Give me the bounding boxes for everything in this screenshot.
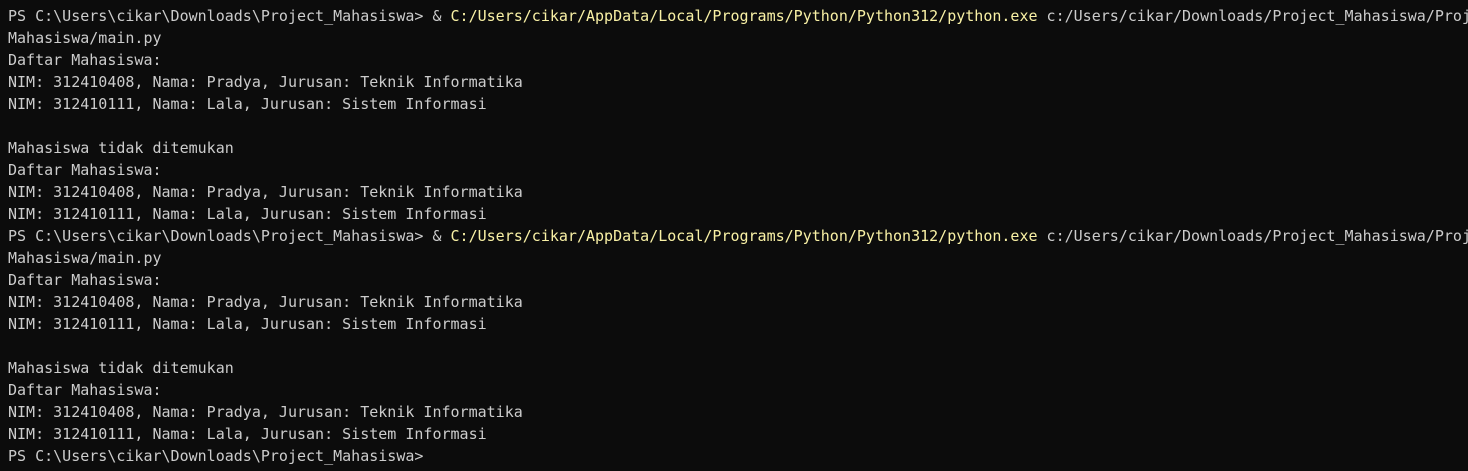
output-line: NIM: 312410111, Nama: Lala, Jurusan: Sis… <box>8 423 1468 445</box>
line-text: Daftar Mahasiswa: <box>8 161 162 179</box>
line-text: Mahasiswa tidak ditemukan <box>8 139 234 157</box>
output-line: Daftar Mahasiswa: <box>8 269 1468 291</box>
output-line: NIM: 312410408, Nama: Pradya, Jurusan: T… <box>8 291 1468 313</box>
line-text: NIM: 312410111, Nama: Lala, Jurusan: Sis… <box>8 205 487 223</box>
output-line: NIM: 312410111, Nama: Lala, Jurusan: Sis… <box>8 93 1468 115</box>
line-text: Daftar Mahasiswa: <box>8 381 162 399</box>
line-text: NIM: 312410408, Nama: Pradya, Jurusan: T… <box>8 183 523 201</box>
output-line: NIM: 312410408, Nama: Pradya, Jurusan: T… <box>8 71 1468 93</box>
output-line: Daftar Mahasiswa: <box>8 49 1468 71</box>
prompt-line: PS C:\Users\cikar\Downloads\Project_Maha… <box>8 445 1468 467</box>
terminal-output[interactable]: PS C:\Users\cikar\Downloads\Project_Maha… <box>0 0 1468 471</box>
prompt-line: PS C:\Users\cikar\Downloads\Project_Maha… <box>8 5 1468 27</box>
line-text: NIM: 312410408, Nama: Pradya, Jurusan: T… <box>8 293 523 311</box>
output-line: Mahasiswa tidak ditemukan <box>8 137 1468 159</box>
output-line: Mahasiswa tidak ditemukan <box>8 357 1468 379</box>
output-line: Daftar Mahasiswa: <box>8 379 1468 401</box>
output-line: Daftar Mahasiswa: <box>8 159 1468 181</box>
command-path: C:/Users/cikar/AppData/Local/Programs/Py… <box>450 7 1038 25</box>
output-line: Mahasiswa/main.py <box>8 27 1468 49</box>
line-text: NIM: 312410111, Nama: Lala, Jurusan: Sis… <box>8 315 487 333</box>
line-text: PS C:\Users\cikar\Downloads\Project_Maha… <box>8 447 424 465</box>
line-text: NIM: 312410408, Nama: Pradya, Jurusan: T… <box>8 403 523 421</box>
line-text: NIM: 312410408, Nama: Pradya, Jurusan: T… <box>8 73 523 91</box>
output-line: NIM: 312410408, Nama: Pradya, Jurusan: T… <box>8 401 1468 423</box>
output-line: NIM: 312410111, Nama: Lala, Jurusan: Sis… <box>8 313 1468 335</box>
line-text: Daftar Mahasiswa: <box>8 51 162 69</box>
line-text: c:/Users/cikar/Downloads/Project_Mahasis… <box>1037 227 1468 245</box>
line-text: c:/Users/cikar/Downloads/Project_Mahasis… <box>1037 7 1468 25</box>
prompt-line: PS C:\Users\cikar\Downloads\Project_Maha… <box>8 225 1468 247</box>
line-text: Mahasiswa/main.py <box>8 249 162 267</box>
line-text: NIM: 312410111, Nama: Lala, Jurusan: Sis… <box>8 95 487 113</box>
command-path: C:/Users/cikar/AppData/Local/Programs/Py… <box>450 227 1038 245</box>
line-text: NIM: 312410111, Nama: Lala, Jurusan: Sis… <box>8 425 487 443</box>
line-text: Mahasiswa/main.py <box>8 29 162 47</box>
output-line: NIM: 312410111, Nama: Lala, Jurusan: Sis… <box>8 203 1468 225</box>
line-text: Mahasiswa tidak ditemukan <box>8 359 234 377</box>
line-text: PS C:\Users\cikar\Downloads\Project_Maha… <box>8 7 451 25</box>
output-line: NIM: 312410408, Nama: Pradya, Jurusan: T… <box>8 181 1468 203</box>
line-text: Daftar Mahasiswa: <box>8 271 162 289</box>
line-text: PS C:\Users\cikar\Downloads\Project_Maha… <box>8 227 451 245</box>
output-line: Mahasiswa/main.py <box>8 247 1468 269</box>
